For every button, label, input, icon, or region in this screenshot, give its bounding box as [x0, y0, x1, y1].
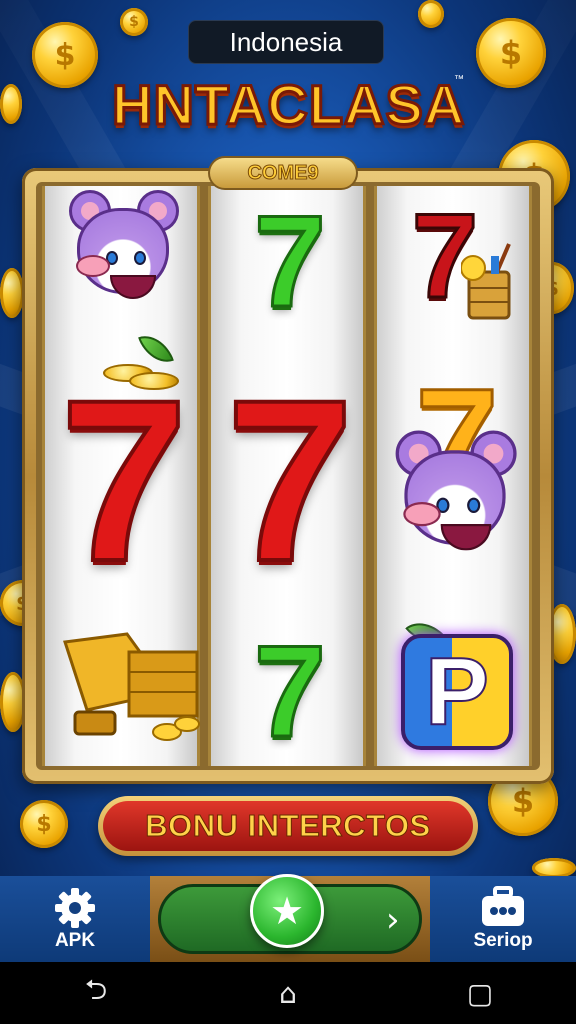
gold-coin-icon: $ [120, 8, 148, 36]
gold-coin-icon: $ [476, 18, 546, 88]
bonus-button[interactable]: BONU INTERCTOS [98, 796, 478, 856]
game-screen: $ $ $ $ $ $ $ $ Indonesia HNTACLASA ™ [0, 0, 576, 1024]
trademark-symbol: ™ [454, 74, 464, 85]
seven-icon: 7 [58, 352, 190, 609]
gold-coin-icon [418, 0, 444, 28]
serio-label: Seriop [473, 930, 533, 951]
reel-3: 7 7 P [374, 186, 532, 766]
mouse-icon [389, 430, 521, 552]
reel-badge: COME9 [208, 156, 358, 190]
star-icon: ★ [269, 889, 305, 933]
gold-cart-graphic [63, 632, 200, 741]
serio-button[interactable]: Seriop [430, 876, 576, 962]
briefcase-icon [482, 886, 524, 926]
mouse-icon [63, 190, 183, 300]
reel-1: 7 [42, 186, 200, 766]
game-logo: HNTACLASA [111, 72, 466, 138]
bonus-label: BONU INTERCTOS [103, 801, 473, 851]
gold-coin-icon [0, 84, 22, 124]
letter-p-icon: P [401, 634, 513, 750]
apk-button[interactable]: APK [0, 876, 150, 962]
mouse-mouth [110, 275, 156, 299]
gold-coin-icon: $ [32, 22, 98, 88]
gold-coin-icon [532, 858, 576, 878]
country-selector[interactable]: Indonesia [188, 20, 384, 64]
mouse-eye [134, 251, 146, 265]
seven-icon: 7 [224, 352, 356, 609]
seven-icon: 7 [252, 618, 327, 764]
mouse-nose [76, 255, 110, 277]
mouse-eye [467, 497, 481, 513]
back-icon[interactable]: ⮌ [66, 969, 126, 1017]
gold-cart-icon [57, 632, 207, 752]
mouse-head [403, 450, 506, 551]
mouse-head [76, 208, 169, 299]
mouse-mouth [440, 524, 492, 551]
recent-apps-icon[interactable]: ▢ [450, 977, 510, 1010]
country-label: Indonesia [229, 26, 343, 57]
drink-graphic [461, 243, 511, 320]
gold-coin-icon: $ [20, 800, 68, 848]
drink-icon [461, 242, 517, 322]
seven-icon: 7 [252, 188, 327, 334]
gear-icon [55, 888, 95, 928]
apk-label: APK [54, 930, 96, 951]
spin-button[interactable]: ★ [250, 874, 324, 948]
home-icon[interactable]: ⌂ [258, 977, 318, 1010]
reel-2: 7 7 7 [208, 186, 366, 766]
chevron-right-icon[interactable]: › [386, 900, 400, 940]
system-nav-bar: ⮌ ⌂ ▢ [0, 962, 576, 1024]
mouse-nose [403, 502, 441, 527]
gold-coin-icon [0, 268, 24, 318]
